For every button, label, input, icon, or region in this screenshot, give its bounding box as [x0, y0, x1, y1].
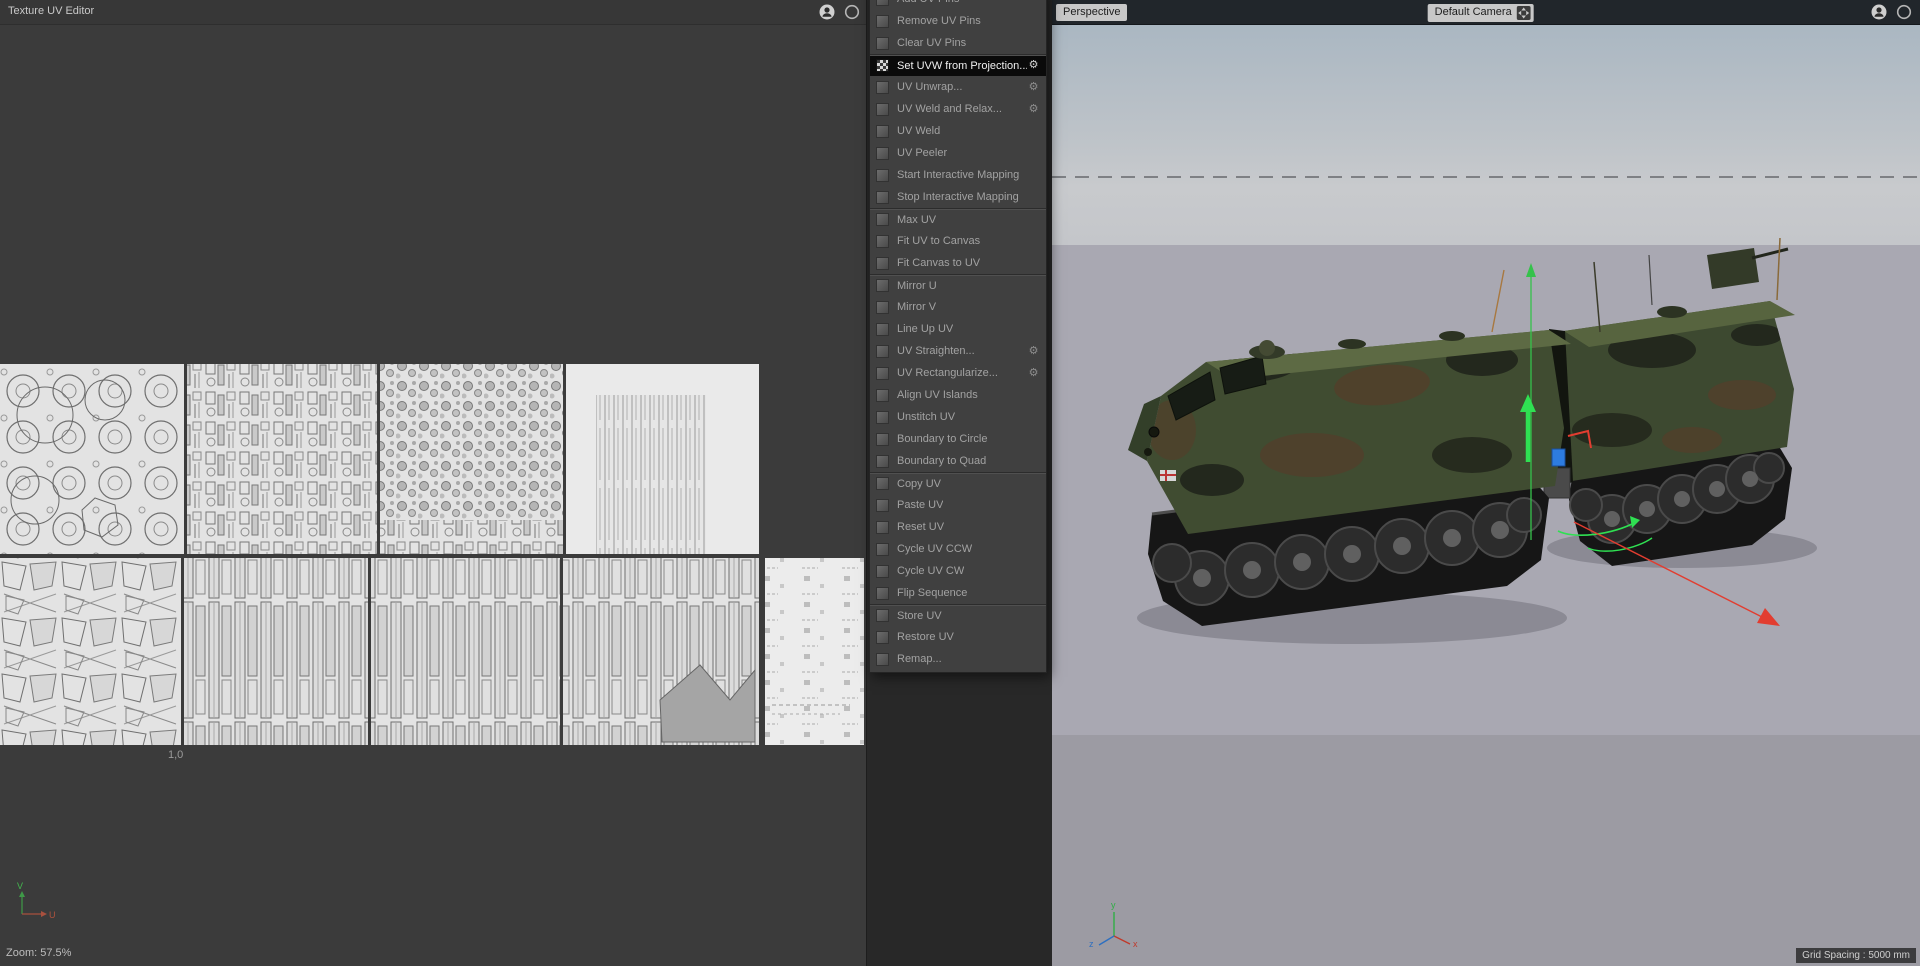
menu-item-cycle-uv-ccw[interactable]: Cycle UV CCW ⚙: [870, 538, 1046, 560]
uv-tile-detail: [596, 395, 706, 554]
menu-item-restore-uv[interactable]: Restore UV ⚙: [870, 626, 1046, 648]
menu-item-fit-canvas-to-uv[interactable]: Fit Canvas to UV ⚙: [870, 252, 1046, 274]
menu-item-clear-uv-pins[interactable]: Clear UV Pins ⚙: [870, 32, 1046, 54]
axis-u-label: U: [49, 910, 56, 920]
uv-canvas[interactable]: [0, 0, 866, 966]
gear-icon[interactable]: ⚙: [1027, 60, 1040, 71]
world-axis-indicator: y x z: [1089, 900, 1138, 948]
axis-y-label: y: [1111, 900, 1116, 910]
uv-tile[interactable]: [765, 558, 864, 745]
menu-item-paste-uv[interactable]: Paste UV ⚙: [870, 494, 1046, 516]
viewport-scene[interactable]: [1052, 0, 1920, 966]
menu-item-icon: [876, 300, 889, 314]
menu-item-store-uv[interactable]: Store UV ⚙: [870, 604, 1046, 626]
menu-item-uv-straighten[interactable]: UV Straighten... ⚙: [870, 340, 1046, 362]
menu-item-align-uv-islands[interactable]: Align UV Islands ⚙: [870, 384, 1046, 406]
menu-item-set-uvw-from-projection[interactable]: Set UVW from Projection... ⚙: [870, 54, 1046, 76]
menu-item-unstitch-uv[interactable]: Unstitch UV ⚙: [870, 406, 1046, 428]
gear-icon[interactable]: ⚙: [1027, 81, 1040, 93]
menu-item-icon: [876, 14, 889, 28]
menu-item-line-up-uv[interactable]: Line Up UV ⚙: [870, 318, 1046, 340]
menu-item-icon: [876, 0, 889, 6]
menu-item-uv-weld[interactable]: UV Weld ⚙: [870, 120, 1046, 142]
menu-item-uv-unwrap[interactable]: UV Unwrap... ⚙: [870, 76, 1046, 98]
menu-item-icon: [876, 168, 889, 182]
gear-icon[interactable]: ⚙: [1027, 103, 1040, 115]
menu-item-icon: [876, 630, 889, 644]
menu-item-icon: [876, 190, 889, 204]
menu-item-icon: [876, 102, 889, 116]
gear-icon[interactable]: ⚙: [1027, 367, 1040, 379]
menu-item-icon: [876, 80, 889, 94]
menu-item-uv-peeler[interactable]: UV Peeler ⚙: [870, 142, 1046, 164]
uv-context-menu: Add UV Pins ⚙ Remove UV Pins ⚙ Clear UV …: [869, 0, 1047, 673]
gizmo-blue-handle[interactable]: [1551, 448, 1566, 467]
menu-item-icon: [876, 498, 889, 512]
uv-coordinate-label: 1,0: [168, 749, 184, 761]
menu-item-copy-uv[interactable]: Copy UV ⚙: [870, 472, 1046, 494]
camera-pad-icon[interactable]: [1516, 6, 1531, 20]
uv-tile[interactable]: [371, 558, 560, 745]
uv-tile[interactable]: [0, 558, 181, 745]
menu-item-icon: [876, 344, 889, 358]
grid-spacing-label: Grid Spacing : 5000 mm: [1796, 948, 1916, 963]
menu-item-icon: [876, 609, 889, 622]
menu-item-icon: [876, 477, 889, 490]
axis-z-label: z: [1089, 939, 1094, 948]
camera-selector-button[interactable]: Default Camera: [1427, 4, 1534, 22]
menu-item-icon: [876, 542, 889, 556]
axis-x-label: x: [1133, 939, 1138, 948]
menu-item-icon: [876, 652, 889, 666]
menu-item-icon: [876, 279, 889, 292]
menu-item-icon: [876, 256, 889, 270]
menu-item-mirror-u[interactable]: Mirror U ⚙: [870, 274, 1046, 296]
menu-item-boundary-to-circle[interactable]: Boundary to Circle ⚙: [870, 428, 1046, 450]
menu-item-stop-interactive-mapping[interactable]: Stop Interactive Mapping ⚙: [870, 186, 1046, 208]
menu-item-icon: [876, 586, 889, 600]
menu-item-icon: [876, 564, 889, 578]
menu-item-icon: [876, 146, 889, 160]
menu-item-remove-uv-pins[interactable]: Remove UV Pins ⚙: [870, 10, 1046, 32]
menu-item-icon: [876, 36, 889, 50]
axis-v-label: V: [17, 881, 23, 891]
menu-item-icon: [876, 454, 889, 468]
uv-tile[interactable]: [187, 364, 377, 554]
menu-item-uv-rectangularize[interactable]: UV Rectangularize... ⚙: [870, 362, 1046, 384]
menu-item-icon: [876, 520, 889, 534]
menu-item-icon: [876, 234, 889, 248]
vehicle-model[interactable]: [1128, 237, 1817, 644]
menu-item-icon: [876, 388, 889, 402]
menu-item-cycle-uv-cw[interactable]: Cycle UV CW ⚙: [870, 560, 1046, 582]
menu-item-remap[interactable]: Remap... ⚙: [870, 648, 1046, 670]
3d-viewport[interactable]: Perspective Default Camera y x z Grid Sp…: [1052, 0, 1920, 966]
user-icon[interactable]: [1871, 4, 1887, 20]
menu-item-max-uv[interactable]: Max UV ⚙: [870, 208, 1046, 230]
uv-tile[interactable]: [184, 558, 368, 745]
menu-item-icon: [876, 366, 889, 380]
uv-axis-indicator: V U: [17, 881, 56, 920]
menu-item-fit-uv-to-canvas[interactable]: Fit UV to Canvas ⚙: [870, 230, 1046, 252]
texture-uv-editor-panel: Texture UV Editor 1,0 V U Zoom: 57.5%: [0, 0, 867, 966]
view-mode-label: Perspective: [1063, 6, 1121, 18]
menu-item-icon: [876, 124, 889, 138]
menu-item-mirror-v[interactable]: Mirror V ⚙: [870, 296, 1046, 318]
gear-icon[interactable]: ⚙: [1027, 345, 1040, 357]
menu-item-reset-uv[interactable]: Reset UV ⚙: [870, 516, 1046, 538]
menu-item-add-uv-pins[interactable]: Add UV Pins ⚙: [870, 0, 1046, 10]
menu-item-icon: [876, 322, 889, 336]
menu-item-flip-sequence[interactable]: Flip Sequence ⚙: [870, 582, 1046, 604]
menu-item-icon: [876, 59, 889, 72]
orbit-ring-icon[interactable]: [1896, 4, 1912, 20]
menu-item-icon: [876, 213, 889, 226]
camera-label: Default Camera: [1434, 6, 1512, 19]
menu-item-boundary-to-quad[interactable]: Boundary to Quad ⚙: [870, 450, 1046, 472]
menu-item-icon: [876, 432, 889, 446]
uv-tile-detail: [380, 520, 563, 554]
menu-item-icon: [876, 410, 889, 424]
menu-item-start-interactive-mapping[interactable]: Start Interactive Mapping ⚙: [870, 164, 1046, 186]
menu-item-uv-weld-and-relax[interactable]: UV Weld and Relax... ⚙: [870, 98, 1046, 120]
zoom-level-label: Zoom: 57.5%: [6, 947, 72, 959]
view-mode-button[interactable]: Perspective: [1056, 4, 1128, 22]
